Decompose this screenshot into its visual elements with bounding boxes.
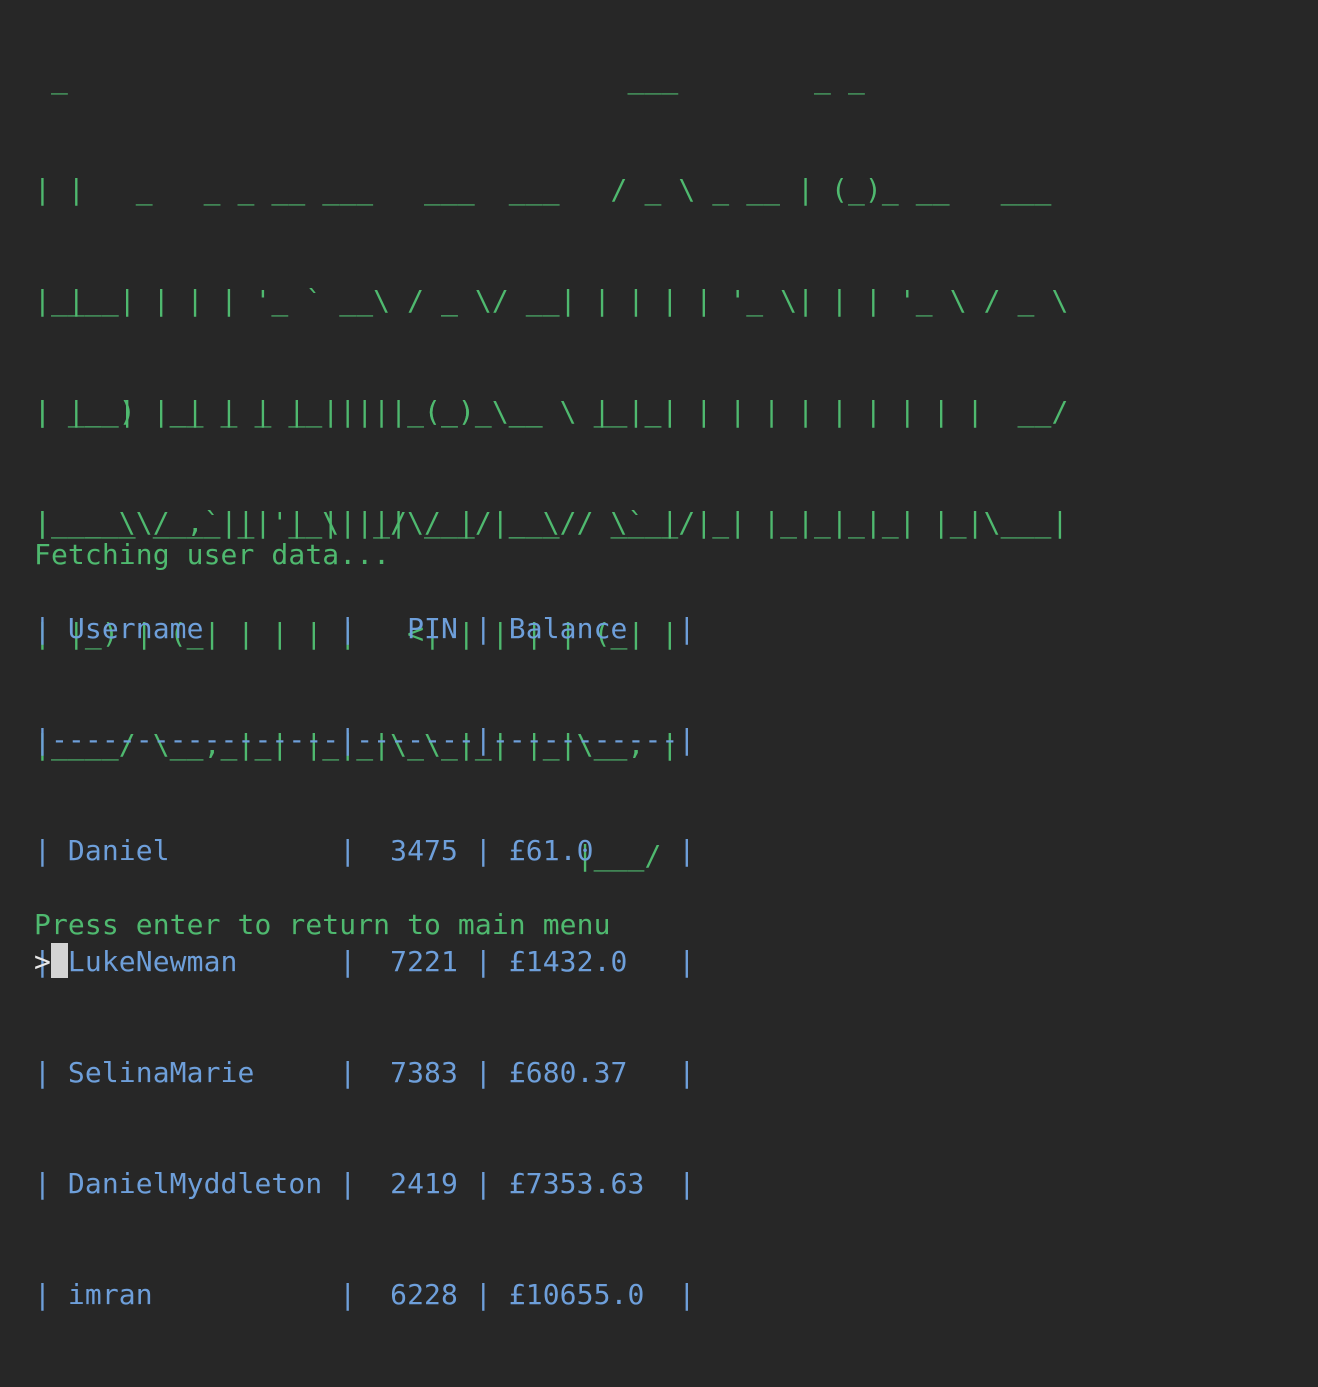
text-cursor[interactable] bbox=[50, 943, 68, 978]
table-row: | imran | 6228 | £10655.0 | bbox=[34, 1278, 696, 1311]
input-line[interactable]: > bbox=[34, 943, 1304, 980]
table-row: | SelinaMarie | 7383 | £680.37 | bbox=[34, 1056, 696, 1089]
table-row: | DanielMyddleton | 2419 | £7353.63 | bbox=[34, 1167, 696, 1200]
banner-title-line: _ ___ _ _ bbox=[34, 62, 865, 95]
table-separator: |-----------------|-------|-----------| bbox=[34, 723, 696, 756]
banner-title-line: | | _ _ _ __ ___ ___ ___ / _ \ _ __ | (_… bbox=[34, 173, 1052, 206]
prompt-caret: > bbox=[34, 945, 51, 978]
input-prompt[interactable]: > bbox=[34, 869, 1304, 1054]
banner-subtitle-line: | __ ) __ _ _ __ | | _(_)_ __ __ _ bbox=[34, 395, 662, 428]
table-header-row: | Username | PIN | Balance | bbox=[34, 612, 696, 645]
banner-subtitle-line: ____ _ _ bbox=[34, 284, 458, 317]
